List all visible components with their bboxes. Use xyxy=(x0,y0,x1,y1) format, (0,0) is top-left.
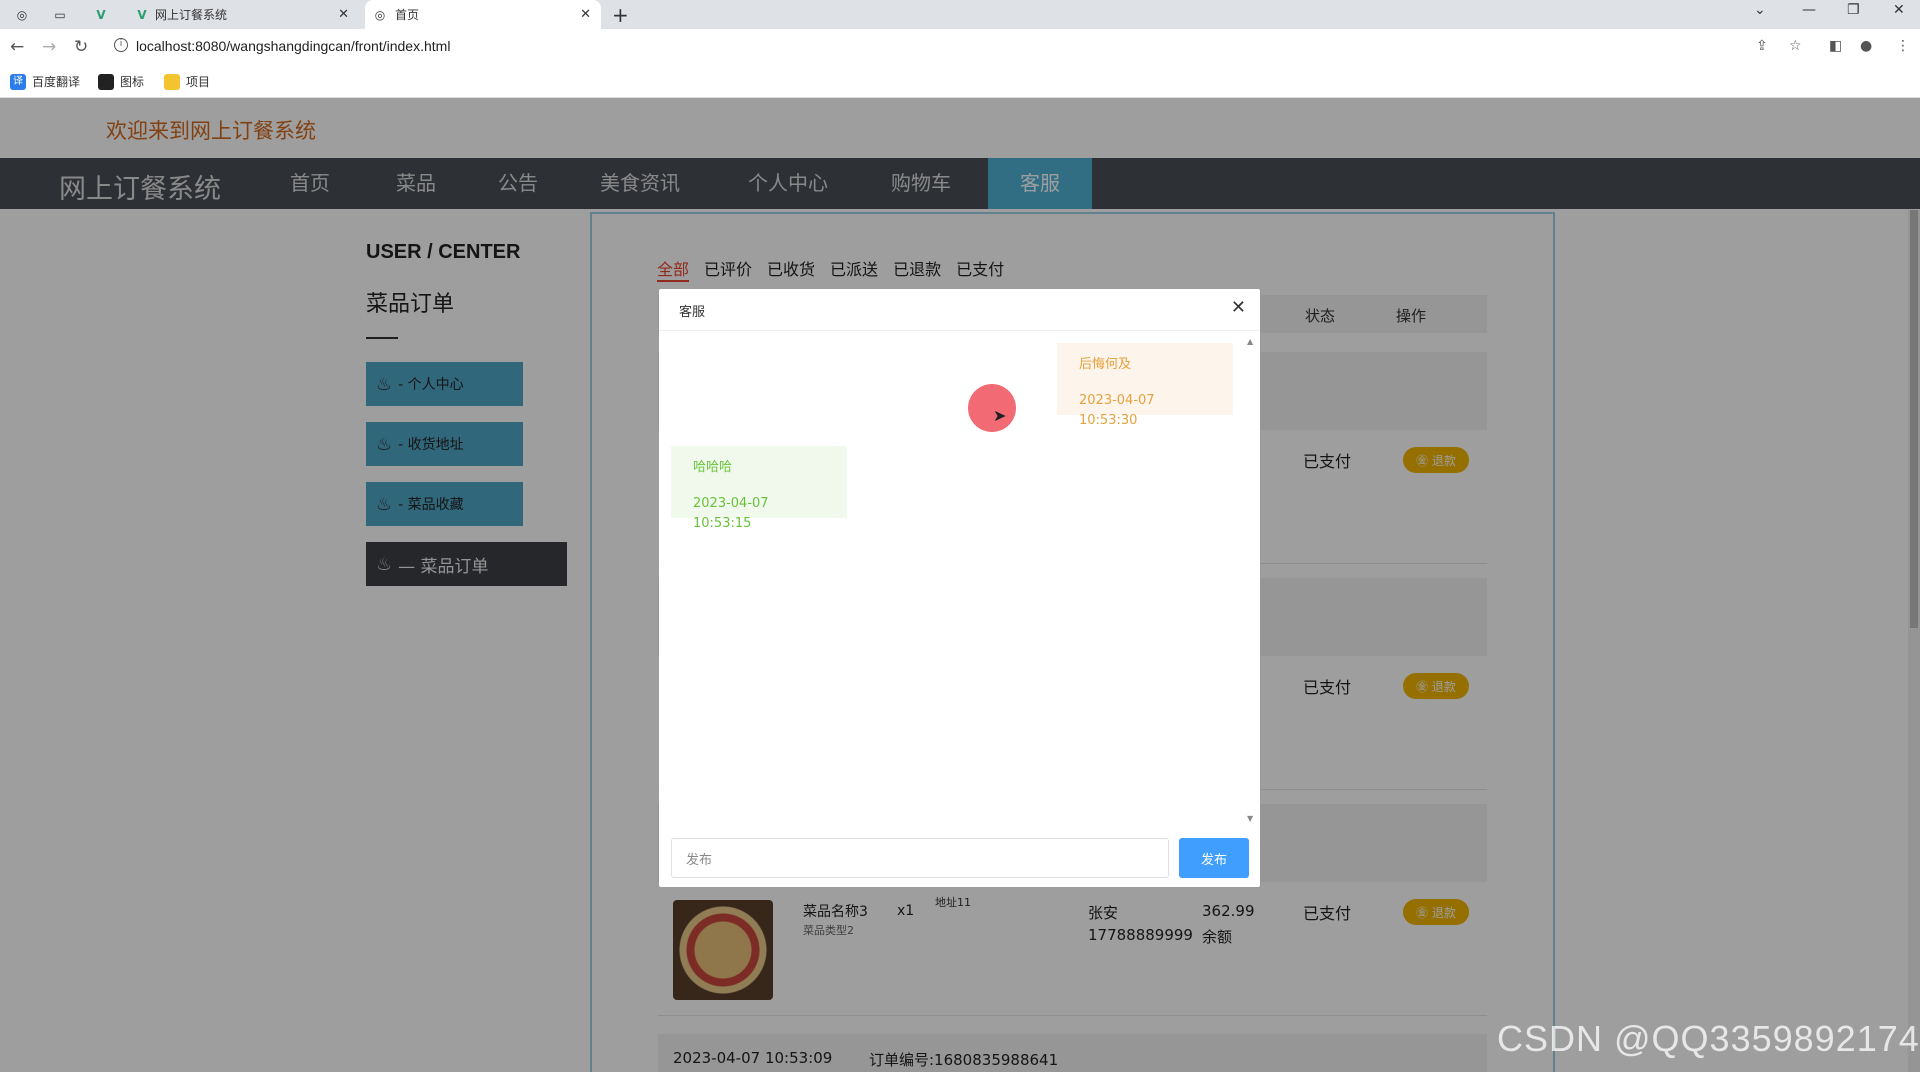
profile-icon[interactable]: ● xyxy=(1860,38,1872,54)
tab-title: 网上订餐系统 xyxy=(155,8,228,22)
close-icon[interactable]: ✕ xyxy=(1231,297,1246,318)
scroll-up-icon[interactable]: ▲ xyxy=(1247,337,1253,346)
reload-icon[interactable]: ↻ xyxy=(74,37,88,57)
url-field[interactable]: localhost:8080/wangshangdingcan/front/in… xyxy=(136,38,450,54)
restore-icon[interactable]: ❐ xyxy=(1847,2,1860,18)
message-time: 2023-04-07 10:53:15 xyxy=(693,496,769,531)
send-button[interactable]: 发布 xyxy=(1179,838,1249,878)
chat-scrollbar[interactable]: ▲ ▼ xyxy=(1246,337,1258,823)
close-icon[interactable]: ✕ xyxy=(580,7,591,22)
message-input[interactable]: 发布 xyxy=(671,838,1169,878)
folder-icon xyxy=(164,73,180,90)
translate-icon: 译 xyxy=(10,73,26,90)
window-close-icon[interactable]: ✕ xyxy=(1893,2,1905,18)
close-icon[interactable]: ✕ xyxy=(338,7,349,22)
tab-globe-icon[interactable]: ◎ xyxy=(6,0,38,29)
dialog-title: 客服 xyxy=(679,305,706,320)
service-dialog: 客服 ✕ 后悔何及 2023-04-07 10:53:30 哈哈哈 2023-0… xyxy=(659,289,1260,887)
star-icon[interactable]: ☆ xyxy=(1789,38,1802,54)
tab-vue-icon[interactable]: V xyxy=(85,0,117,29)
tab-dingcan[interactable]: V 网上订餐系统 ✕ xyxy=(127,0,359,29)
browser-tabbar: ◎ ▭ V V 网上订餐系统 ✕ ◎ 首页 ✕ + ⌄ — ❐ ✕ xyxy=(0,0,1920,29)
bookmark-xiangmu[interactable]: 项目 xyxy=(164,73,210,90)
share-icon[interactable]: ⇪ xyxy=(1756,38,1768,54)
message-text: 哈哈哈 xyxy=(693,460,733,475)
globe-icon: ◎ xyxy=(374,7,386,22)
minimize-icon[interactable]: — xyxy=(1802,2,1816,18)
info-icon[interactable]: i xyxy=(114,38,128,52)
new-tab-icon[interactable]: + xyxy=(612,3,629,27)
chat-message-admin: 后悔何及 2023-04-07 10:53:30 xyxy=(1057,343,1233,428)
bookmark-fanyi[interactable]: 译 百度翻译 xyxy=(10,73,80,90)
chat-message-user: 哈哈哈 2023-04-07 10:53:15 xyxy=(671,446,847,531)
message-time: 2023-04-07 10:53:30 xyxy=(1079,393,1155,428)
message-text: 后悔何及 xyxy=(1079,357,1132,372)
address-bar: ← → ↻ i localhost:8080/wangshangdingcan/… xyxy=(0,29,1920,67)
bookmark-tubiao[interactable]: 图标 xyxy=(98,73,144,90)
vue-icon: V xyxy=(137,7,147,22)
menu-icon[interactable]: ⋮ xyxy=(1896,38,1910,54)
watermark: CSDN @QQ3359892174 xyxy=(1497,1018,1920,1059)
tab-blank-icon[interactable]: ▭ xyxy=(44,0,76,29)
forward-icon[interactable]: → xyxy=(42,37,56,57)
image-icon xyxy=(98,73,114,90)
click-indicator xyxy=(968,384,1016,432)
tab-title: 首页 xyxy=(395,8,420,22)
chat-area: 后悔何及 2023-04-07 10:53:30 哈哈哈 2023-04-07 … xyxy=(659,331,1260,827)
back-icon[interactable]: ← xyxy=(10,37,24,57)
scroll-down-icon[interactable]: ▼ xyxy=(1247,814,1253,823)
tab-home[interactable]: ◎ 首页 ✕ xyxy=(365,0,601,29)
chevron-down-icon[interactable]: ⌄ xyxy=(1754,2,1766,18)
sidepanel-icon[interactable]: ◧ xyxy=(1829,38,1842,54)
cursor-icon: ➤ xyxy=(993,406,1007,425)
bookmarks-bar: 译 百度翻译 图标 项目 xyxy=(0,67,1920,98)
